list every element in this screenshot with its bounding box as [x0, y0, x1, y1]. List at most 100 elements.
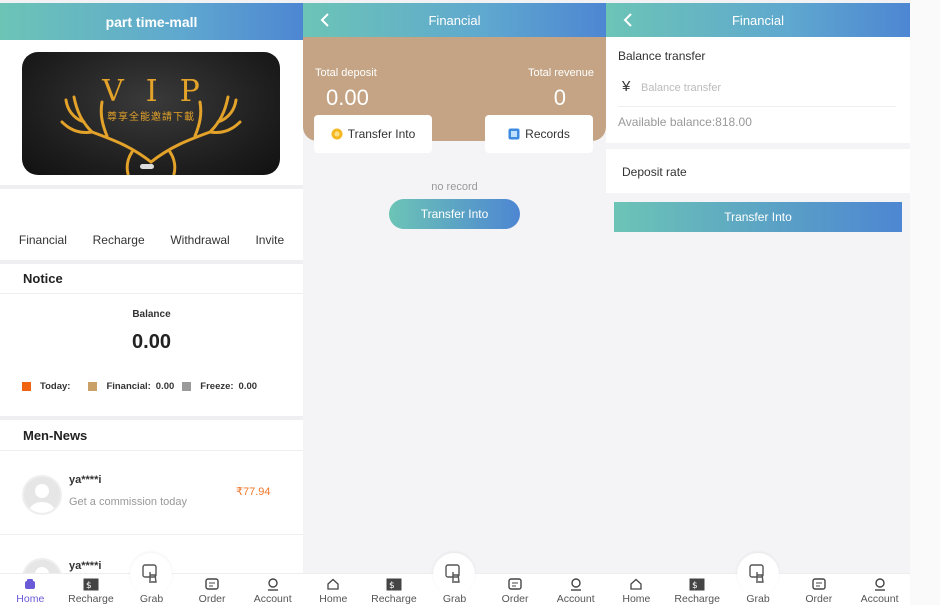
total-deposit-label: Total deposit — [315, 67, 377, 79]
tab-label: Order — [501, 593, 529, 605]
tab-grab[interactable]: Grab — [424, 553, 484, 605]
tab-account[interactable]: Account — [546, 573, 606, 605]
grab-bubble[interactable] — [130, 553, 173, 595]
quick-links: Financial Recharge Withdrawal Invite — [0, 233, 303, 247]
news-desc: Get a commission today — [69, 496, 187, 508]
transfer-screen: Financial Balance transfer ¥ Available b… — [606, 3, 910, 605]
currency-symbol: ¥ — [622, 78, 631, 95]
divider — [0, 293, 303, 294]
home-icon — [22, 577, 38, 591]
tab-label: Order — [198, 593, 226, 605]
hand-tap-icon — [445, 564, 461, 583]
tab-bar: Home $ Recharge Grab Order Account — [303, 553, 606, 605]
news-user: ya****i — [69, 474, 102, 486]
freeze-swatch — [182, 382, 192, 391]
tab-home[interactable]: Home — [606, 573, 666, 605]
tab-home[interactable]: Home — [303, 573, 363, 605]
records-button[interactable]: Records — [485, 115, 593, 153]
tab-label: Home — [319, 593, 348, 605]
tab-account[interactable]: Account — [850, 573, 910, 605]
quick-link-invite[interactable]: Invite — [255, 233, 284, 247]
tab-label: Home — [16, 593, 45, 605]
page-title: Financial — [428, 12, 481, 28]
tab-order[interactable]: Order — [182, 573, 242, 605]
tab-recharge[interactable]: $ Recharge — [61, 573, 121, 605]
tab-grab[interactable]: Grab — [121, 553, 181, 605]
transfer-header: Financial — [606, 3, 910, 37]
financial-header: Financial — [303, 3, 606, 37]
tab-label: Account — [860, 593, 899, 605]
deposit-rate-label: Deposit rate — [622, 165, 687, 179]
freeze-label: Freeze: — [200, 381, 234, 392]
available-balance: Available balance:818.00 — [618, 115, 752, 129]
svg-text:$: $ — [692, 581, 698, 591]
financial-swatch — [88, 382, 98, 391]
tab-bar: Home $ Recharge Grab Order Account — [0, 553, 303, 605]
tab-account[interactable]: Account — [243, 573, 303, 605]
page-title: part time-mall — [105, 13, 198, 30]
home-header: part time-mall — [0, 3, 303, 40]
divider — [0, 260, 303, 264]
transfer-into-label: Transfer Into — [347, 127, 416, 141]
records-icon — [508, 128, 520, 140]
today-label: Today: — [40, 381, 71, 392]
svg-text:$: $ — [389, 581, 395, 591]
tab-label: Account — [253, 593, 292, 605]
transfer-into-pill-button[interactable]: Transfer Into — [389, 199, 520, 229]
vip-text: VIP — [102, 74, 222, 109]
grab-bubble[interactable] — [736, 553, 779, 595]
balance-value: 0.00 — [132, 331, 171, 353]
grab-bubble[interactable] — [433, 553, 476, 595]
avatar — [22, 475, 62, 515]
today-swatch — [22, 382, 31, 391]
total-deposit-value: 0.00 — [326, 85, 369, 110]
list-item[interactable]: ya****i Get a commission today ₹77.94 — [0, 450, 303, 534]
vip-banner[interactable]: VIP 尊享全能邀請下載 — [22, 52, 280, 175]
hand-tap-icon — [749, 564, 764, 583]
tab-order[interactable]: Order — [789, 573, 849, 605]
account-icon — [265, 577, 281, 591]
hand-tap-icon — [142, 564, 158, 583]
tab-label: Recharge — [371, 593, 417, 605]
carousel-indicator[interactable] — [140, 164, 154, 169]
home-icon — [628, 577, 644, 591]
financial-label: Financial: — [106, 381, 151, 392]
page-gutter — [910, 0, 940, 605]
home-screen: part time-mall VIP 尊享全能邀請下載 Financial Re… — [0, 3, 303, 605]
account-icon — [872, 577, 888, 591]
order-icon — [204, 577, 220, 591]
balance-legend: Today: Financial: 0.00 Freeze: 0.00 — [22, 381, 257, 392]
balance-label: Balance — [132, 309, 171, 320]
total-revenue-label: Total revenue — [527, 67, 594, 79]
tab-label: Account — [556, 593, 595, 605]
tab-label: Order — [805, 593, 833, 605]
back-arrow-icon[interactable] — [618, 7, 638, 33]
tab-home[interactable]: Home — [0, 573, 60, 605]
quick-link-financial[interactable]: Financial — [19, 233, 67, 247]
empty-state-text: no record — [431, 181, 478, 193]
financial-screen: Financial Total deposit Total revenue 0.… — [303, 3, 606, 605]
back-arrow-icon[interactable] — [315, 7, 335, 33]
tab-recharge[interactable]: $ Recharge — [667, 573, 727, 605]
transfer-amount-input[interactable] — [641, 79, 891, 97]
divider — [618, 106, 896, 107]
tab-label: Recharge — [68, 593, 114, 605]
coin-icon — [331, 128, 343, 140]
records-label: Records — [525, 127, 570, 141]
freeze-value: 0.00 — [238, 381, 258, 392]
transfer-into-button[interactable]: Transfer Into — [314, 115, 432, 153]
tab-bar: Home $ Recharge Grab Order Account — [606, 553, 910, 605]
user-icon — [29, 484, 55, 513]
recharge-icon: $ — [386, 577, 402, 591]
quick-link-recharge[interactable]: Recharge — [93, 233, 145, 247]
tab-grab[interactable]: Grab — [728, 553, 788, 605]
page-title: Financial — [731, 12, 785, 28]
transfer-into-submit-button[interactable]: Transfer Into — [614, 202, 902, 232]
financial-value: 0.00 — [155, 381, 175, 392]
news-amount: ₹77.94 — [236, 486, 271, 498]
tab-recharge[interactable]: $ Recharge — [364, 573, 424, 605]
order-icon — [507, 577, 523, 591]
quick-link-withdrawal[interactable]: Withdrawal — [170, 233, 229, 247]
tab-order[interactable]: Order — [485, 573, 545, 605]
recharge-icon: $ — [83, 577, 99, 591]
